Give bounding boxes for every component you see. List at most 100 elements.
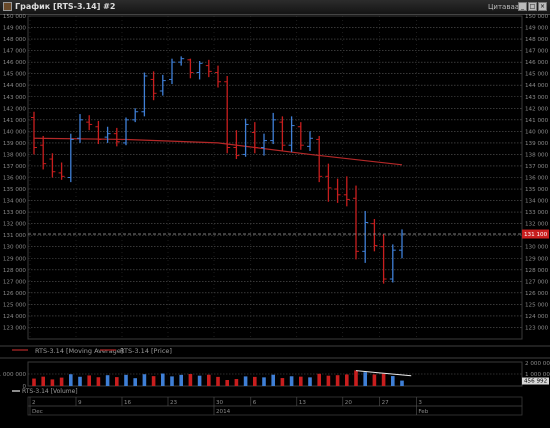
price-tick-right: 125 000 [525,302,549,308]
volume-bar [354,370,358,386]
time-axis-frame [27,396,523,407]
volume-bar [216,376,220,386]
price-tick-left: 145 000 [3,72,27,78]
month-axis-label: Dec [32,409,43,415]
chart-window-icon [3,2,12,11]
time-axis-label: 6 [253,400,257,406]
price-tick-right: 134 000 [525,199,549,205]
price-tick-right: 143 000 [525,95,549,101]
month-axis-label: 2014 [216,409,231,415]
volume-bar [317,373,321,386]
volume-bar [188,374,193,386]
price-tick-left: 148 000 [3,37,27,43]
volume-current-label: 456 992 [524,379,547,385]
time-axis-label: 3 [418,400,422,406]
volume-bar [280,378,285,386]
price-tick-left: 126 000 [3,291,27,297]
price-tick-right: 146 000 [525,60,549,66]
volume-bar [41,376,45,386]
month-axis-frame [27,405,523,416]
volume-bar [253,376,257,386]
price-tick-left: 133 000 [3,210,27,216]
price-bars [31,56,405,284]
price-axes: 150 000 150 000 149 000 149 000 148 000 148 0… [0,14,550,359]
volume-bar [197,375,202,386]
volume-bar [115,377,119,386]
moving-average-layer [33,137,403,166]
price-tick-right: 136 000 [525,176,549,182]
volume-bar [142,374,147,386]
price-tick-right: 145 000 [525,72,549,78]
volume-bar [69,374,73,386]
volume-bar [151,376,156,386]
time-axis-label: 20 [345,400,353,406]
volume-bar [161,373,165,386]
volume-legend: RTS-3.14 [Volume] [12,388,78,395]
volume-bars [32,370,404,386]
price-tick-right: 140 000 [525,129,549,135]
volume-bar [207,374,211,386]
volume-bar [400,380,404,386]
time-axis-label: 2 [32,400,36,406]
volume-bar [105,375,110,386]
time-axis-label: 23 [170,400,178,406]
volume-bar [308,377,312,386]
price-tick-left: 142 000 [3,106,27,112]
minimize-button[interactable]: _ [518,2,527,11]
price-tick-left: 129 000 [3,256,27,262]
price-tick-left: 139 000 [3,141,27,147]
volume-bar [87,375,91,386]
price-tick-right: 128 000 [525,268,549,274]
price-tick-right: 149 000 [525,26,549,32]
price-tick-left: 135 000 [3,187,27,193]
volume-bar [78,376,82,386]
volume-bar [345,374,349,386]
price-tick-right: 150 000 [525,14,549,20]
volume-bar [50,379,55,386]
volume-bar [381,373,386,386]
moving-average-line [33,137,403,166]
price-tick-right: 123 000 [525,325,549,331]
price-tick-right: 135 000 [525,187,549,193]
price-tick-left: 125 000 [3,302,27,308]
price-tick-left: 149 000 [3,26,27,32]
price-tick-right: 130 000 [525,245,549,251]
price-chart[interactable]: 150 000 150 000 149 000 149 000 148 000 148 0… [0,14,550,428]
month-axis-label: Feb [418,409,428,415]
time-axis-label: 27 [382,400,390,406]
price-tick-right: 142 000 [525,106,549,112]
volume-bar [234,379,239,386]
window-title: График [RTS-3.14] #2 [15,2,116,11]
price-tick-left: 132 000 [3,222,27,228]
volume-tick-left: 1 000 000 [0,372,26,378]
window-titlebar[interactable]: График [RTS-3.14] #2 Цитаваа _ □ × [0,0,550,15]
volume-bar [299,376,303,386]
price-tick-left: 134 000 [3,199,27,205]
close-button[interactable]: × [538,2,547,11]
volume-tick-right: 1 000 000 [525,372,550,378]
volume-bar [262,377,266,386]
maximize-button[interactable]: □ [528,2,537,11]
legend-bar: RTS-3.14 [Moving Average] RTS-3.14 [Pric… [12,347,172,355]
volume-bar [59,377,64,386]
price-tick-right: 148 000 [525,37,549,43]
volume-bar [243,376,248,386]
price-tick-right: 129 000 [525,256,549,262]
volume-bar [326,375,331,386]
price-tick-right: 144 000 [525,83,549,89]
price-tick-left: 146 000 [3,60,27,66]
price-tick-left: 127 000 [3,279,27,285]
volume-bar [271,374,275,386]
price-tick-right: 138 000 [525,152,549,158]
price-tick-left: 150 000 [3,14,27,20]
time-axis-label: 30 [216,400,224,406]
legend-ma-label: RTS-3.14 [Moving Average] [35,347,123,355]
window-right-label: Цитаваа [488,3,520,11]
price-tick-right: 124 000 [525,314,549,320]
volume-bar [124,374,128,386]
price-tick-left: 128 000 [3,268,27,274]
volume-bar [335,375,340,386]
price-tick-right: 127 000 [525,279,549,285]
price-tick-left: 144 000 [3,83,27,89]
price-tick-right: 133 000 [525,210,549,216]
